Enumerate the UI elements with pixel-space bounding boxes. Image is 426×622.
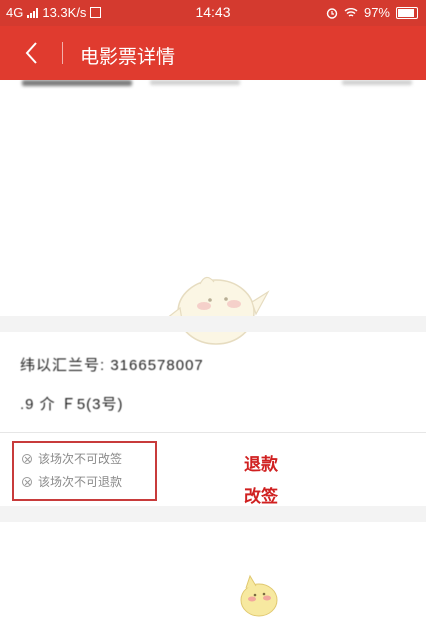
section-divider — [0, 432, 426, 433]
refund-annotation: 退款 — [244, 455, 278, 474]
battery-percent: 97% — [363, 5, 390, 20]
section-divider — [0, 316, 426, 332]
rule-no-refund: 该场次不可退款 — [22, 473, 122, 490]
watermark-text: 3DMGAME — [280, 590, 419, 620]
order-number: 纬以汇兰号: 3166578007 — [20, 357, 204, 374]
close-circle-icon — [22, 453, 32, 464]
obscured-content-strip — [0, 80, 426, 94]
alarm-icon — [326, 7, 338, 19]
rule-no-change-text: 该场次不可改签 — [38, 452, 123, 466]
seat-info: .9 介 Ｆ5(3号) — [20, 396, 124, 413]
section-divider — [0, 506, 426, 522]
back-button[interactable] — [14, 38, 48, 68]
nav-divider — [62, 42, 63, 64]
close-circle-icon — [22, 476, 32, 487]
rule-no-refund-text: 该场次不可退款 — [38, 475, 123, 489]
battery-icon — [396, 6, 418, 19]
status-bar: 4G 13.3K/s 14:43 97% — [0, 0, 426, 26]
chevron-left-icon — [25, 42, 37, 64]
site-watermark: 3DMGAME — [236, 570, 426, 622]
rules-highlight-box: 该场次不可改签 该场次不可退款 — [12, 441, 157, 501]
page-title: 电影票详情 — [80, 47, 176, 68]
change-annotation: 改签 — [244, 487, 278, 506]
mascot-watermark — [160, 276, 270, 345]
nav-bar: 电影票详情 — [0, 26, 426, 80]
rule-no-change: 该场次不可改签 — [22, 450, 122, 467]
mascot-logo-icon — [240, 574, 278, 617]
wifi-icon — [344, 8, 358, 17]
status-right: 97% — [326, 5, 418, 20]
